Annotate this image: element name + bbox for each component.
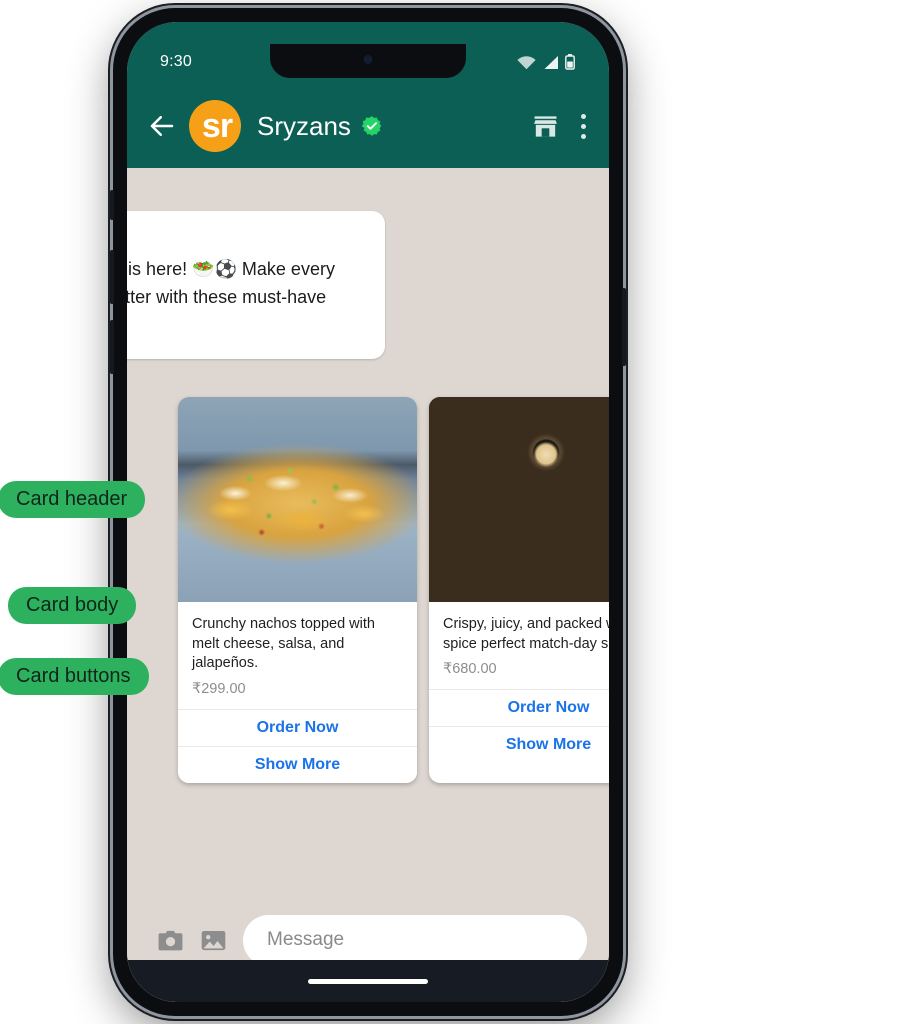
- message-line-2: Match season is here! 🥗⚽ Make every: [127, 258, 335, 279]
- avatar[interactable]: sr: [189, 100, 241, 152]
- annotation-card-buttons: Card buttons: [0, 658, 149, 695]
- message-input[interactable]: Message: [243, 914, 587, 966]
- message-placeholder: Message: [267, 929, 345, 950]
- product-card[interactable]: Crunchy nachos topped with melt cheese, …: [178, 397, 417, 783]
- message-bubble: Hey Saad, Match season is here! 🥗⚽ Make …: [127, 211, 385, 359]
- image-gallery-icon[interactable]: [200, 927, 227, 954]
- order-now-button[interactable]: Order Now: [178, 708, 417, 746]
- order-now-button[interactable]: Order Now: [429, 689, 609, 727]
- storefront-icon[interactable]: [532, 113, 559, 140]
- status-time: 9:30: [160, 53, 192, 70]
- chat-header: sr Sryzans: [127, 84, 609, 168]
- product-card-carousel[interactable]: Crunchy nachos topped with melt cheese, …: [178, 397, 609, 783]
- cellular-signal-icon: [544, 55, 558, 69]
- volume-down-button[interactable]: [110, 320, 114, 374]
- card-price: ₹299.00: [192, 680, 246, 697]
- message-line-4: bites🍽️🔥: [127, 312, 365, 340]
- chicken-wings-photo: [429, 397, 609, 602]
- power-button[interactable]: [622, 288, 626, 366]
- show-more-button[interactable]: Show More: [178, 745, 417, 783]
- camera-icon[interactable]: [157, 927, 184, 954]
- phone-notch: [270, 44, 466, 78]
- avatar-initials: sr: [201, 107, 233, 145]
- product-card[interactable]: Crispy, juicy, and packed with spice per…: [429, 397, 609, 783]
- card-description: Crunchy nachos topped with melt cheese, …: [192, 616, 375, 672]
- show-more-button[interactable]: Show More: [429, 726, 609, 764]
- nachos-photo: [178, 397, 417, 602]
- front-camera-icon: [363, 55, 373, 64]
- battery-icon: [565, 54, 575, 70]
- chat-body: Hey Saad, Match season is here! 🥗⚽ Make …: [127, 168, 609, 938]
- contact-name[interactable]: Sryzans: [257, 111, 351, 142]
- card-description: Crispy, juicy, and packed with spice per…: [443, 616, 609, 652]
- silent-switch-button[interactable]: [110, 190, 114, 220]
- message-greeting: Hey Saad,: [127, 228, 365, 256]
- annotation-card-body: Card body: [8, 587, 137, 624]
- wifi-icon: [517, 55, 536, 69]
- status-icons: [517, 54, 575, 70]
- phone-screen: 9:30 sr Sryzans is here! 🥗⚽ Make every t…: [127, 22, 609, 1002]
- card-body: Crunchy nachos topped with melt cheese, …: [178, 602, 417, 709]
- three-dot-menu-icon[interactable]: [581, 113, 587, 139]
- card-body: Crispy, juicy, and packed with spice per…: [429, 602, 609, 689]
- verified-badge-icon: [361, 116, 382, 136]
- home-bar-area: [127, 960, 609, 1002]
- card-price: ₹680.00: [443, 661, 497, 678]
- volume-up-button[interactable]: [110, 250, 114, 304]
- annotation-card-header: Card header: [0, 481, 146, 518]
- message-line-3: game night better with these must-have: [127, 286, 327, 307]
- back-arrow-icon[interactable]: [147, 111, 177, 141]
- home-indicator[interactable]: [308, 978, 428, 984]
